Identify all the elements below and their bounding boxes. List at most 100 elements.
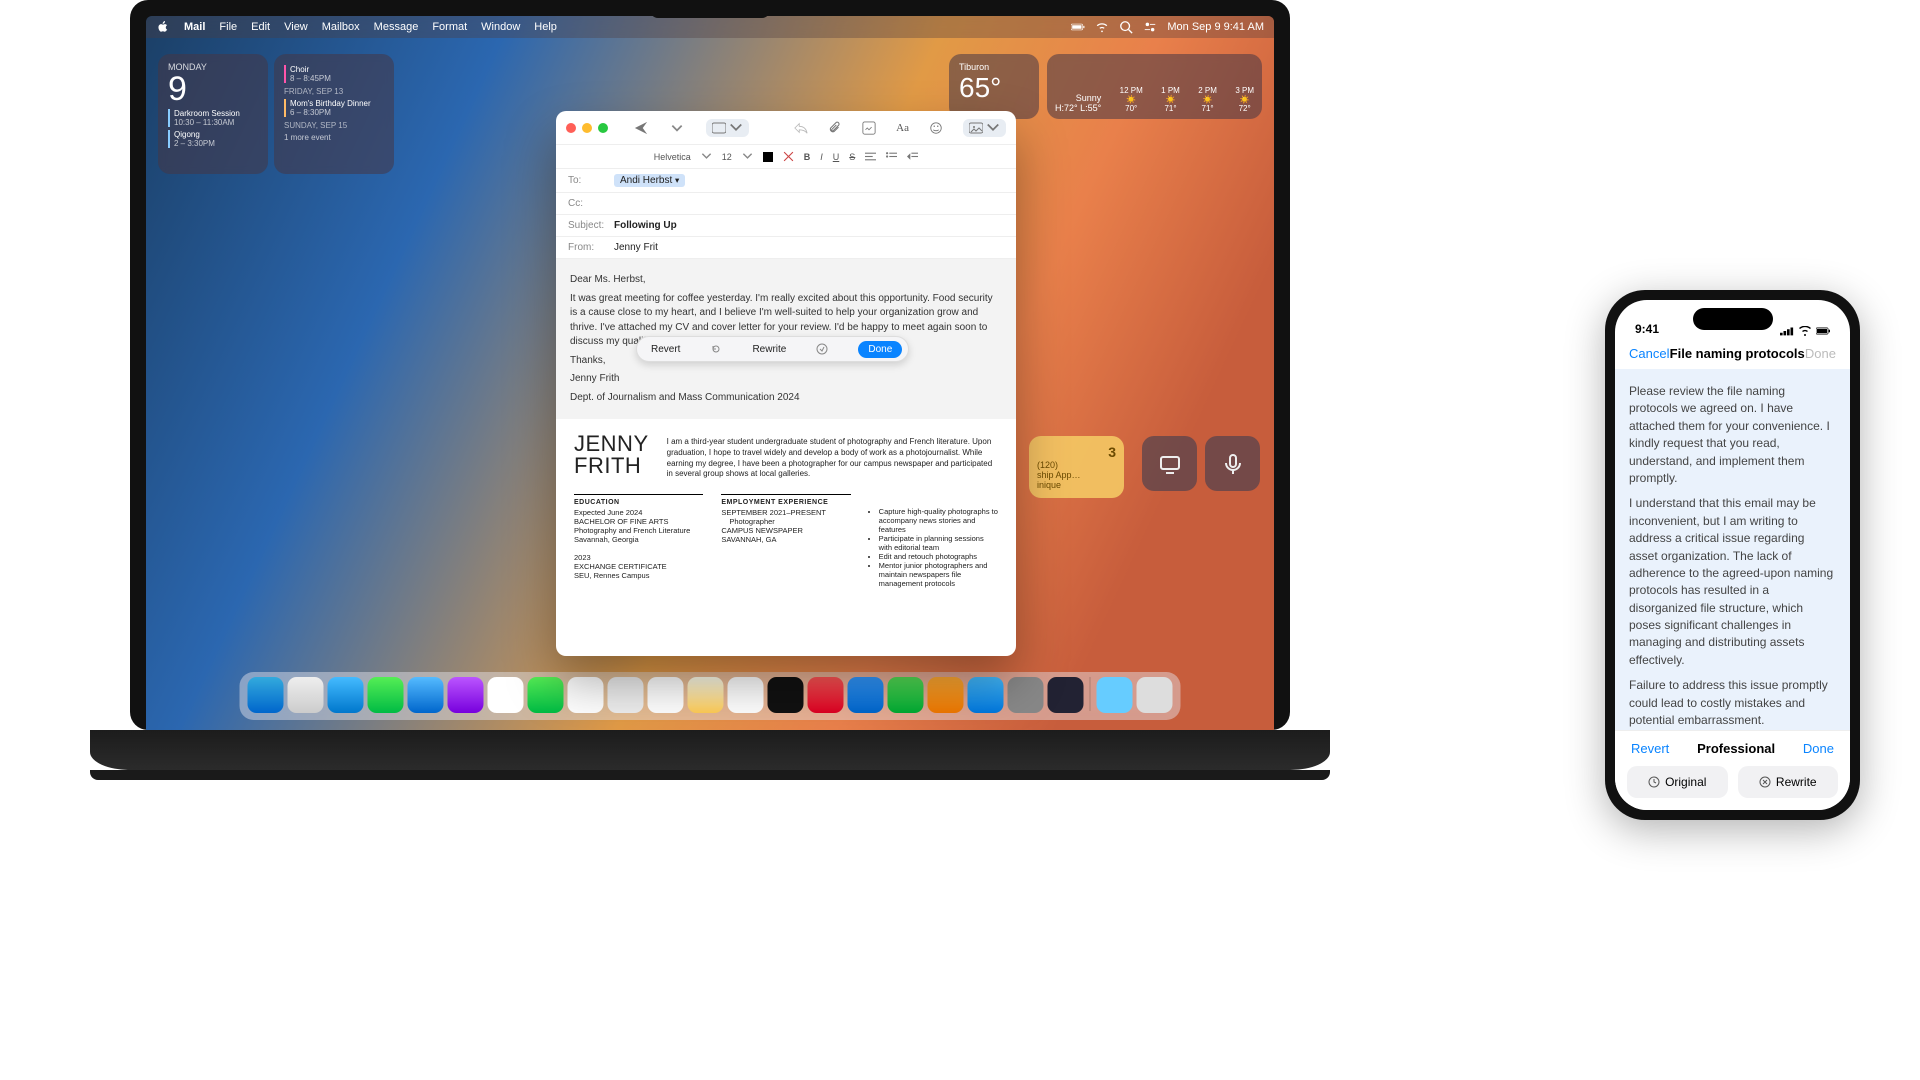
weather-widget[interactable]: Tiburon 65° xyxy=(949,54,1039,119)
chevron-down-icon[interactable] xyxy=(701,151,712,162)
bold-icon[interactable]: B xyxy=(804,152,811,162)
size-picker[interactable]: 12 xyxy=(722,152,732,162)
menu-message[interactable]: Message xyxy=(374,21,419,33)
cal-day-header: SUNDAY, SEP 15 xyxy=(284,121,384,130)
menu-window[interactable]: Window xyxy=(481,21,520,33)
format-icon[interactable]: Aa xyxy=(896,122,909,134)
indent-icon[interactable] xyxy=(907,151,918,162)
dock-contacts[interactable] xyxy=(608,677,644,713)
cv-line: SEPTEMBER 2021–PRESENT xyxy=(721,508,850,517)
menu-edit[interactable]: Edit xyxy=(251,21,270,33)
menu-help[interactable]: Help xyxy=(534,21,557,33)
dock-music[interactable] xyxy=(808,677,844,713)
cal-evt-title: Qigong xyxy=(174,130,258,139)
cv-line: BACHELOR OF FINE ARTS xyxy=(574,517,703,526)
menu-file[interactable]: File xyxy=(219,21,237,33)
align-left-icon[interactable] xyxy=(865,151,876,162)
dock-trash[interactable] xyxy=(1137,677,1173,713)
to-recipient[interactable]: Andi Herbst ▾ xyxy=(614,174,685,187)
menu-view[interactable]: View xyxy=(284,21,308,33)
from-field[interactable]: Jenny Frit xyxy=(614,242,658,253)
dock-launchpad[interactable] xyxy=(288,677,324,713)
underline-icon[interactable]: U xyxy=(833,152,840,162)
send-icon[interactable] xyxy=(634,121,648,135)
fc-temp: 70° xyxy=(1120,104,1143,113)
search-icon[interactable] xyxy=(1119,20,1133,34)
menu-format[interactable]: Format xyxy=(432,21,467,33)
dock-pages[interactable] xyxy=(928,677,964,713)
dock-notes[interactable] xyxy=(688,677,724,713)
laptop-notch xyxy=(650,0,770,18)
dock-numbers[interactable] xyxy=(888,677,924,713)
revert-button[interactable]: Revert xyxy=(651,344,680,355)
dock-calendar[interactable] xyxy=(568,677,604,713)
done-button[interactable]: Done xyxy=(1803,741,1834,756)
cal-more-events[interactable]: 1 more event xyxy=(284,133,384,142)
color-swatch[interactable] xyxy=(763,152,773,162)
dock xyxy=(240,672,1181,720)
clear-format-icon[interactable] xyxy=(783,151,794,162)
dock-facetime[interactable] xyxy=(528,677,564,713)
reply-icon[interactable] xyxy=(794,121,808,135)
emoji-icon[interactable] xyxy=(929,121,943,135)
cv-line: SAVANNAH, GA xyxy=(721,535,850,544)
shortcut-display-icon[interactable] xyxy=(1142,436,1197,491)
revert-button[interactable]: Revert xyxy=(1631,741,1669,756)
dynamic-island xyxy=(1693,308,1773,330)
dock-finder[interactable] xyxy=(248,677,284,713)
italic-icon[interactable]: I xyxy=(820,152,823,162)
weather-temp: 65° xyxy=(959,72,1029,104)
attach-icon[interactable] xyxy=(828,121,842,135)
dock-tv[interactable] xyxy=(768,677,804,713)
photo-picker[interactable] xyxy=(963,119,1006,137)
rewrite-button[interactable]: Rewrite xyxy=(1738,766,1839,798)
dock-safari[interactable] xyxy=(328,677,364,713)
font-picker[interactable]: Helvetica xyxy=(654,152,691,162)
dock-freeform[interactable] xyxy=(728,677,764,713)
format-bar: Helvetica 12 B I U S xyxy=(556,145,1016,169)
stage-manager-stack[interactable]: 3 (120) ship App… inique xyxy=(1029,436,1124,498)
note-body[interactable]: Please review the file naming protocols … xyxy=(1615,369,1850,730)
calendar-widget[interactable]: MONDAY 9 Darkroom Session10:30 – 11:30AM… xyxy=(158,54,268,174)
dock-iphone-mirror[interactable] xyxy=(1048,677,1084,713)
menu-mailbox[interactable]: Mailbox xyxy=(322,21,360,33)
close-button[interactable] xyxy=(566,123,576,133)
header-toggle[interactable] xyxy=(706,119,749,137)
dock-settings[interactable] xyxy=(1008,677,1044,713)
resume-attachment[interactable]: JENNY FRITH I am a third-year student un… xyxy=(556,419,1016,624)
apple-logo-icon[interactable] xyxy=(156,20,170,34)
cv-bullet: Mentor junior photographers and maintain… xyxy=(879,561,998,588)
chevron-down-icon[interactable] xyxy=(742,151,753,162)
menubar-clock[interactable]: Mon Sep 9 9:41 AM xyxy=(1167,21,1264,33)
minimize-button[interactable] xyxy=(582,123,592,133)
markup-icon[interactable] xyxy=(862,121,876,135)
dock-downloads[interactable] xyxy=(1097,677,1133,713)
dock-mail[interactable] xyxy=(408,677,444,713)
weather-forecast-widget[interactable]: Sunny H:72° L:55° 12 PM☀️70° 1 PM☀️71° 2… xyxy=(1047,54,1262,119)
iphone-time: 9:41 xyxy=(1635,322,1659,336)
cancel-button[interactable]: Cancel xyxy=(1629,346,1669,361)
control-center-icon[interactable] xyxy=(1143,20,1157,34)
done-button-dim[interactable]: Done xyxy=(1805,346,1836,361)
shortcut-mic-icon[interactable] xyxy=(1205,436,1260,491)
rewrite-label[interactable]: Rewrite xyxy=(752,344,786,355)
dock-podcasts[interactable] xyxy=(448,677,484,713)
menubar-app-name[interactable]: Mail xyxy=(184,21,205,33)
chevron-down-icon[interactable] xyxy=(670,121,684,135)
original-button[interactable]: Original xyxy=(1627,766,1728,798)
done-button[interactable]: Done xyxy=(858,341,902,358)
zoom-button[interactable] xyxy=(598,123,608,133)
calendar-list-widget[interactable]: Choir8 – 8:45PM FRIDAY, SEP 13 Mom's Bir… xyxy=(274,54,394,174)
cell-signal-icon xyxy=(1780,326,1794,336)
dock-messages[interactable] xyxy=(368,677,404,713)
battery-icon[interactable] xyxy=(1071,20,1085,34)
dock-keynote[interactable] xyxy=(848,677,884,713)
dock-photos[interactable] xyxy=(488,677,524,713)
dock-appstore[interactable] xyxy=(968,677,1004,713)
subject-field[interactable]: Following Up xyxy=(614,220,677,231)
wifi-icon[interactable] xyxy=(1095,20,1109,34)
dock-reminders[interactable] xyxy=(648,677,684,713)
list-icon[interactable] xyxy=(886,151,897,162)
strike-icon[interactable]: S xyxy=(849,152,855,162)
note-paragraph: Failure to address this issue promptly c… xyxy=(1629,677,1836,729)
